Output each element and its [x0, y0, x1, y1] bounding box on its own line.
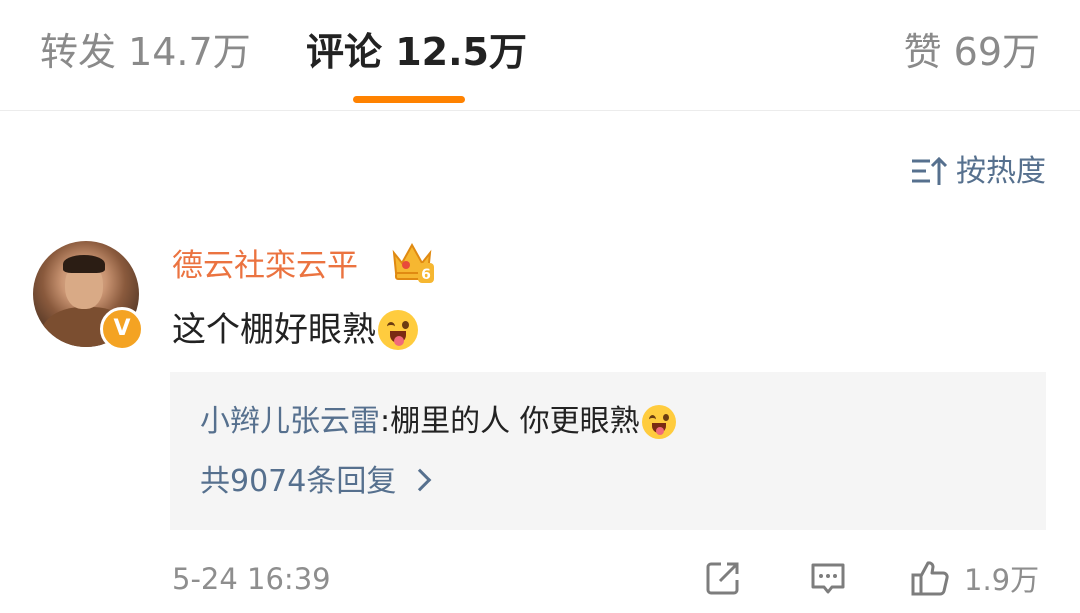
reply-preview-line: 小辫儿张云雷 : 棚里的人 你更眼熟 [200, 400, 676, 444]
tongue-wink-emoji-icon [641, 405, 676, 439]
sort-icon [912, 156, 948, 185]
reply-separator: : [380, 404, 391, 439]
comment-icon [811, 563, 845, 594]
sort-label: 按热度 [956, 154, 1046, 189]
view-replies-label: 共9074条回复 [200, 464, 397, 499]
comment-timestamp: 5-24 16:39 [172, 562, 331, 596]
reply-preview[interactable]: 小辫儿张云雷 : 棚里的人 你更眼熟 共9074条回复 [170, 372, 1046, 530]
sort-button[interactable]: 按热度 [910, 150, 1046, 194]
tongue-wink-emoji-icon [378, 310, 418, 350]
reply-button[interactable] [808, 556, 848, 600]
tab-bar: 转发 14.7万 评论 12.5万 赞 69万 [0, 0, 1080, 111]
vip-crown-icon: 6 [392, 242, 434, 283]
avatar-hair [63, 255, 105, 273]
verified-badge-icon: V [100, 307, 144, 351]
active-tab-indicator [353, 96, 465, 103]
share-icon [706, 562, 739, 595]
tab-repost[interactable]: 转发 14.7万 [40, 28, 251, 76]
comment-text: 这个棚好眼熟 [172, 306, 418, 354]
tab-like[interactable]: 赞 69万 [904, 28, 1040, 76]
reply-author[interactable]: 小辫儿张云雷 [200, 400, 380, 444]
tab-comment[interactable]: 评论 12.5万 [306, 28, 527, 76]
share-button[interactable] [703, 556, 743, 600]
like-button[interactable]: 1.9万 [910, 556, 1039, 600]
view-replies-link[interactable]: 共9074条回复 [200, 460, 432, 504]
comment-text-content: 这个棚好眼熟 [172, 310, 376, 350]
vip-level-text: 6 [421, 267, 431, 283]
thumbs-up-icon [911, 561, 949, 596]
chevron-right-icon [409, 468, 432, 492]
like-count: 1.9万 [964, 563, 1040, 597]
reply-text: 棚里的人 你更眼熟 [390, 404, 640, 439]
comment-author[interactable]: 德云社栾云平 [172, 244, 358, 288]
